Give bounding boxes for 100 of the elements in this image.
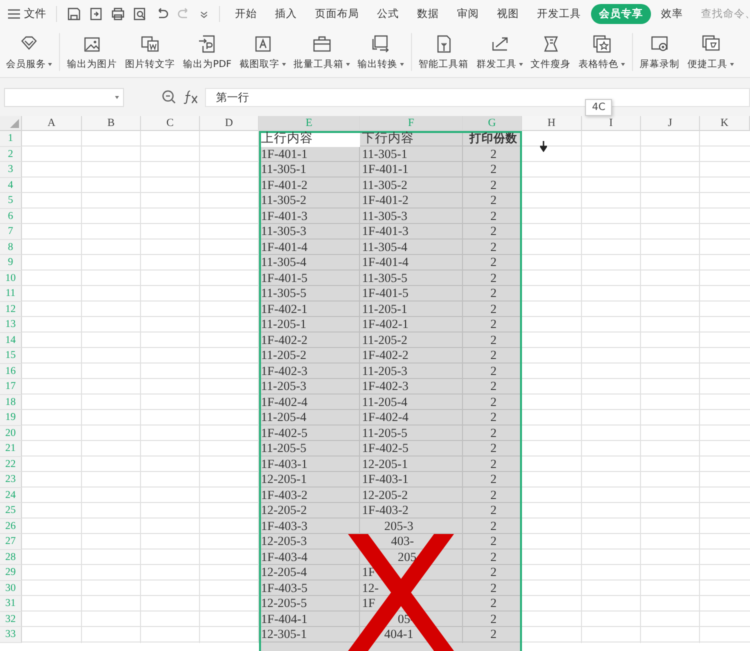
table-cell: 1F-402-4 — [362, 410, 409, 425]
row-header[interactable]: 7 — [0, 224, 22, 240]
row-header[interactable]: 14 — [0, 332, 22, 348]
table-cell: 1F-403-1 — [362, 472, 409, 487]
table-cell: 2 — [490, 565, 497, 580]
ribbon-tab[interactable]: 会员专享 — [591, 4, 651, 24]
row-header[interactable]: 26 — [0, 518, 22, 534]
row-header[interactable]: 18 — [0, 394, 22, 410]
column-header[interactable]: C — [141, 116, 200, 131]
ribbon-tab[interactable]: 插入 — [267, 4, 305, 24]
table-cell: 1F-402-5 — [362, 441, 409, 456]
table-cell: 11-205-2 — [362, 332, 408, 348]
row-header[interactable]: 32 — [0, 612, 22, 627]
ribbon-button[interactable]: 输出为图片 — [64, 27, 120, 77]
ribbon-tab[interactable]: 数据 — [409, 4, 447, 24]
column-header[interactable]: K — [700, 116, 750, 131]
column-header[interactable]: E — [259, 116, 360, 131]
row-header[interactable]: 16 — [0, 364, 22, 379]
ribbon-button[interactable]: 群发工具 — [474, 27, 526, 77]
column-header[interactable]: H — [522, 116, 582, 131]
ribbon-button[interactable]: 智能工具箱 — [416, 27, 472, 77]
row-header[interactable]: 5 — [0, 193, 22, 208]
row-header[interactable]: 2 — [0, 146, 22, 162]
column-header[interactable]: B — [82, 116, 141, 131]
row-header[interactable]: 4 — [0, 178, 22, 193]
column-header[interactable]: G — [463, 116, 522, 131]
row-header[interactable]: 11 — [0, 286, 22, 302]
table-cell: 2 — [490, 580, 497, 596]
row-header[interactable]: 15 — [0, 348, 22, 364]
column-header[interactable]: A — [22, 116, 82, 131]
row-header[interactable]: 23 — [0, 472, 22, 488]
column-header[interactable]: D — [200, 116, 259, 131]
row-header[interactable]: 20 — [0, 426, 22, 441]
table-cell: 12- — [362, 580, 379, 596]
export-icon[interactable] — [89, 6, 103, 20]
row-header[interactable]: 28 — [0, 550, 22, 565]
table-cell: 1F-401-5 — [261, 270, 308, 286]
table-cell: 12-205-5 — [261, 596, 307, 611]
function-icon[interactable] — [183, 90, 199, 104]
table-cell: 上行内容 — [261, 131, 313, 146]
row-header[interactable]: 24 — [0, 488, 22, 503]
ribbon-tab[interactable]: 开发工具 — [529, 4, 589, 24]
column-header[interactable]: I — [582, 116, 641, 131]
row-header[interactable]: 13 — [0, 317, 22, 332]
ribbon-tab[interactable]: 开始 — [227, 4, 265, 24]
table-cell: 2 — [490, 162, 497, 177]
row-header[interactable]: 25 — [0, 503, 22, 518]
ribbon-button[interactable]: 输出转换 — [354, 27, 407, 77]
ribbon-tab[interactable]: 页面布局 — [307, 4, 367, 24]
row-header[interactable]: 21 — [0, 441, 22, 456]
ribbon-tab[interactable]: 公式 — [369, 4, 407, 24]
table-cell: 1F-402-1 — [261, 302, 308, 316]
row-header[interactable]: 31 — [0, 596, 22, 612]
ribbon-tab[interactable]: 视图 — [489, 4, 527, 24]
file-menu-button[interactable]: 文件 — [8, 6, 50, 21]
print-icon[interactable] — [111, 6, 125, 20]
ribbon-button[interactable]: 会员服务 — [3, 27, 55, 77]
row-header[interactable]: 1 — [0, 131, 22, 146]
print-preview-icon[interactable] — [133, 6, 147, 20]
ribbon-tab[interactable]: 审阅 — [449, 4, 487, 24]
table-cell: 11-205-3 — [362, 364, 408, 378]
pdf-export-icon — [197, 34, 218, 54]
table-cell: 2 — [490, 503, 497, 518]
search-field[interactable]: 查找命令、 — [698, 8, 750, 20]
row-header[interactable]: 33 — [0, 627, 22, 642]
chevron-down-icon[interactable] — [199, 8, 209, 18]
row-header[interactable]: 12 — [0, 302, 22, 317]
zoom-icon[interactable] — [162, 90, 176, 104]
row-header[interactable]: 6 — [0, 208, 22, 224]
row-header[interactable]: 3 — [0, 162, 22, 178]
table-cell: 12-205-1 — [362, 456, 408, 472]
ribbon-button[interactable]: 输出为PDF — [180, 27, 235, 77]
screenshot-text-icon — [252, 34, 273, 54]
ribbon-tab[interactable]: 效率 — [653, 4, 691, 24]
table-cell-text: 403- — [390, 534, 414, 549]
row-header[interactable]: 8 — [0, 240, 22, 255]
row-header[interactable]: 29 — [0, 565, 22, 580]
row-header[interactable]: 27 — [0, 534, 22, 550]
row-header[interactable]: 22 — [0, 456, 22, 472]
ribbon-button[interactable]: 屏幕录制 — [636, 27, 683, 77]
table-cell: 2 — [490, 426, 497, 440]
table-cell: 1F-401-5 — [362, 286, 409, 301]
ribbon-button[interactable]: 表格特色 — [576, 27, 628, 77]
ribbon-button[interactable]: 图片转文字 — [122, 27, 178, 77]
ribbon-button[interactable]: 文件瘦身 — [528, 27, 574, 77]
row-header[interactable]: 19 — [0, 410, 22, 426]
ribbon-button[interactable]: 批量工具箱 — [290, 27, 353, 77]
row-header[interactable]: 30 — [0, 580, 22, 596]
row-header[interactable]: 17 — [0, 379, 22, 394]
table-cell: 11-205-1 — [261, 317, 306, 332]
save-icon[interactable] — [67, 6, 81, 20]
table-cell: 12-205-1 — [261, 472, 307, 487]
row-header[interactable]: 10 — [0, 270, 22, 286]
down-arrow-cursor-icon — [540, 141, 547, 152]
column-header[interactable]: J — [641, 116, 700, 131]
row-header[interactable]: 9 — [0, 255, 22, 270]
ribbon-button[interactable]: 便捷工具 — [684, 27, 737, 77]
ribbon-button[interactable]: 截图取字 — [236, 27, 289, 77]
column-header[interactable]: F — [360, 116, 463, 131]
table-cell: 11-205-4 — [362, 394, 408, 410]
